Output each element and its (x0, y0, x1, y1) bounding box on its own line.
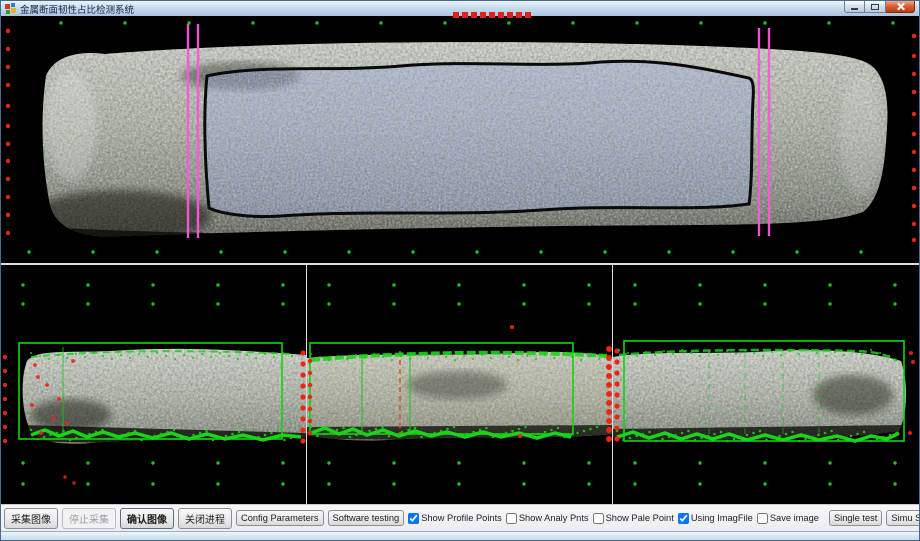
close-process-button[interactable]: 关闭进程 (178, 508, 232, 529)
show-pale-point-checkbox[interactable]: Show Pale Point (593, 513, 674, 524)
minimize-button[interactable] (844, 1, 865, 13)
main-specimen-canvas (1, 16, 920, 263)
right-section-canvas (613, 265, 919, 504)
window-controls (844, 1, 915, 13)
checkbox-label: Using ImagFile (691, 513, 753, 523)
simu-sending-signal-button[interactable]: Simu Sending Signal (886, 510, 920, 526)
left-section-canvas (1, 265, 306, 504)
sub-view-row (1, 265, 919, 504)
show-analy-pnts-input[interactable] (506, 513, 517, 524)
using-imagfile-input[interactable] (678, 513, 689, 524)
save-image-input[interactable] (757, 513, 768, 524)
show-analy-pnts-checkbox[interactable]: Show Analy Pnts (506, 513, 589, 524)
checkbox-label: Show Pale Point (606, 513, 674, 523)
maximize-button[interactable] (865, 1, 886, 13)
show-profile-points-input[interactable] (408, 513, 419, 524)
close-icon (896, 2, 905, 11)
app-window: 金属断面韧性占比检测系统 (0, 0, 920, 541)
left-section-viewport[interactable] (1, 265, 306, 504)
maximize-icon (871, 4, 879, 10)
app-icon (5, 3, 16, 14)
ductile-region-speckle (196, 56, 766, 226)
checkbox-label: Save image (770, 513, 819, 523)
single-test-button[interactable]: Single test (829, 510, 882, 526)
middle-section-canvas (307, 265, 612, 504)
main-specimen-viewport[interactable] (1, 16, 919, 263)
show-pale-point-input[interactable] (593, 513, 604, 524)
bottom-toolbar: 采集图像 停止采集 确认图像 关闭进程 Config Parameters So… (1, 504, 919, 531)
checkbox-label: Show Profile Points (421, 513, 502, 523)
capture-image-button[interactable]: 采集图像 (4, 508, 58, 529)
minimize-icon (851, 8, 858, 10)
right-section-viewport[interactable] (613, 265, 919, 504)
checkbox-label: Show Analy Pnts (519, 513, 589, 523)
save-image-checkbox[interactable]: Save image (757, 513, 819, 524)
show-profile-points-checkbox[interactable]: Show Profile Points (408, 513, 502, 524)
window-title: 金属断面韧性占比检测系统 (20, 2, 134, 16)
stop-capture-button[interactable]: 停止采集 (62, 508, 116, 529)
red-overlay-marks (453, 12, 531, 18)
window-bottom-border (1, 531, 919, 541)
confirm-image-button[interactable]: 确认图像 (120, 508, 174, 529)
close-button[interactable] (886, 1, 915, 13)
software-testing-button[interactable]: Software testing (328, 510, 405, 526)
config-parameters-button[interactable]: Config Parameters (236, 510, 324, 526)
middle-section-viewport[interactable] (307, 265, 612, 504)
using-imagfile-checkbox[interactable]: Using ImagFile (678, 513, 753, 524)
